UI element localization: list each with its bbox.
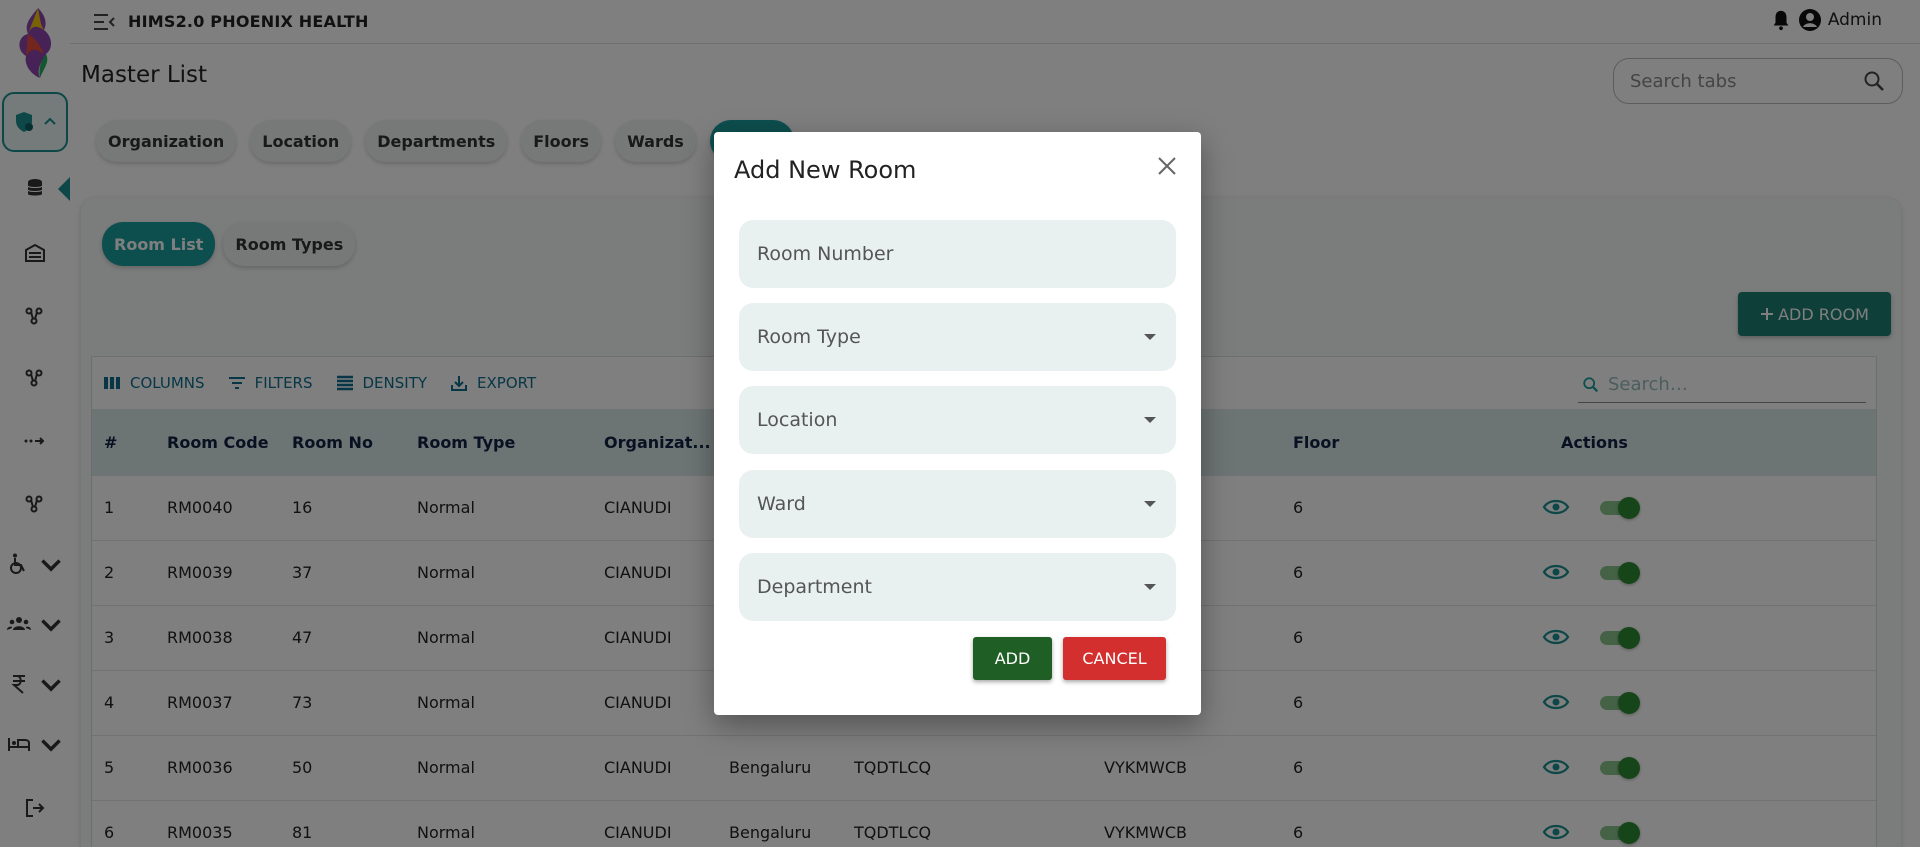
location-select[interactable]: Location (739, 386, 1176, 454)
close-icon[interactable] (1155, 154, 1179, 178)
cancel-button[interactable]: CANCEL (1063, 637, 1166, 680)
dropdown-arrow-icon (1144, 501, 1156, 507)
room-type-placeholder: Room Type (757, 326, 861, 348)
dropdown-arrow-icon (1144, 334, 1156, 340)
department-select[interactable]: Department (739, 553, 1176, 621)
dropdown-arrow-icon (1144, 417, 1156, 423)
ward-placeholder: Ward (757, 493, 806, 515)
department-placeholder: Department (757, 576, 872, 598)
add-room-dialog: Add New Room Room Number Room Type Locat… (714, 132, 1201, 715)
room-type-select[interactable]: Room Type (739, 303, 1176, 371)
dropdown-arrow-icon (1144, 584, 1156, 590)
ward-select[interactable]: Ward (739, 470, 1176, 538)
dialog-title: Add New Room (734, 156, 917, 184)
location-placeholder: Location (757, 409, 838, 431)
room-number-field[interactable]: Room Number (739, 220, 1176, 288)
add-button[interactable]: ADD (973, 637, 1052, 680)
room-number-placeholder: Room Number (757, 243, 894, 265)
